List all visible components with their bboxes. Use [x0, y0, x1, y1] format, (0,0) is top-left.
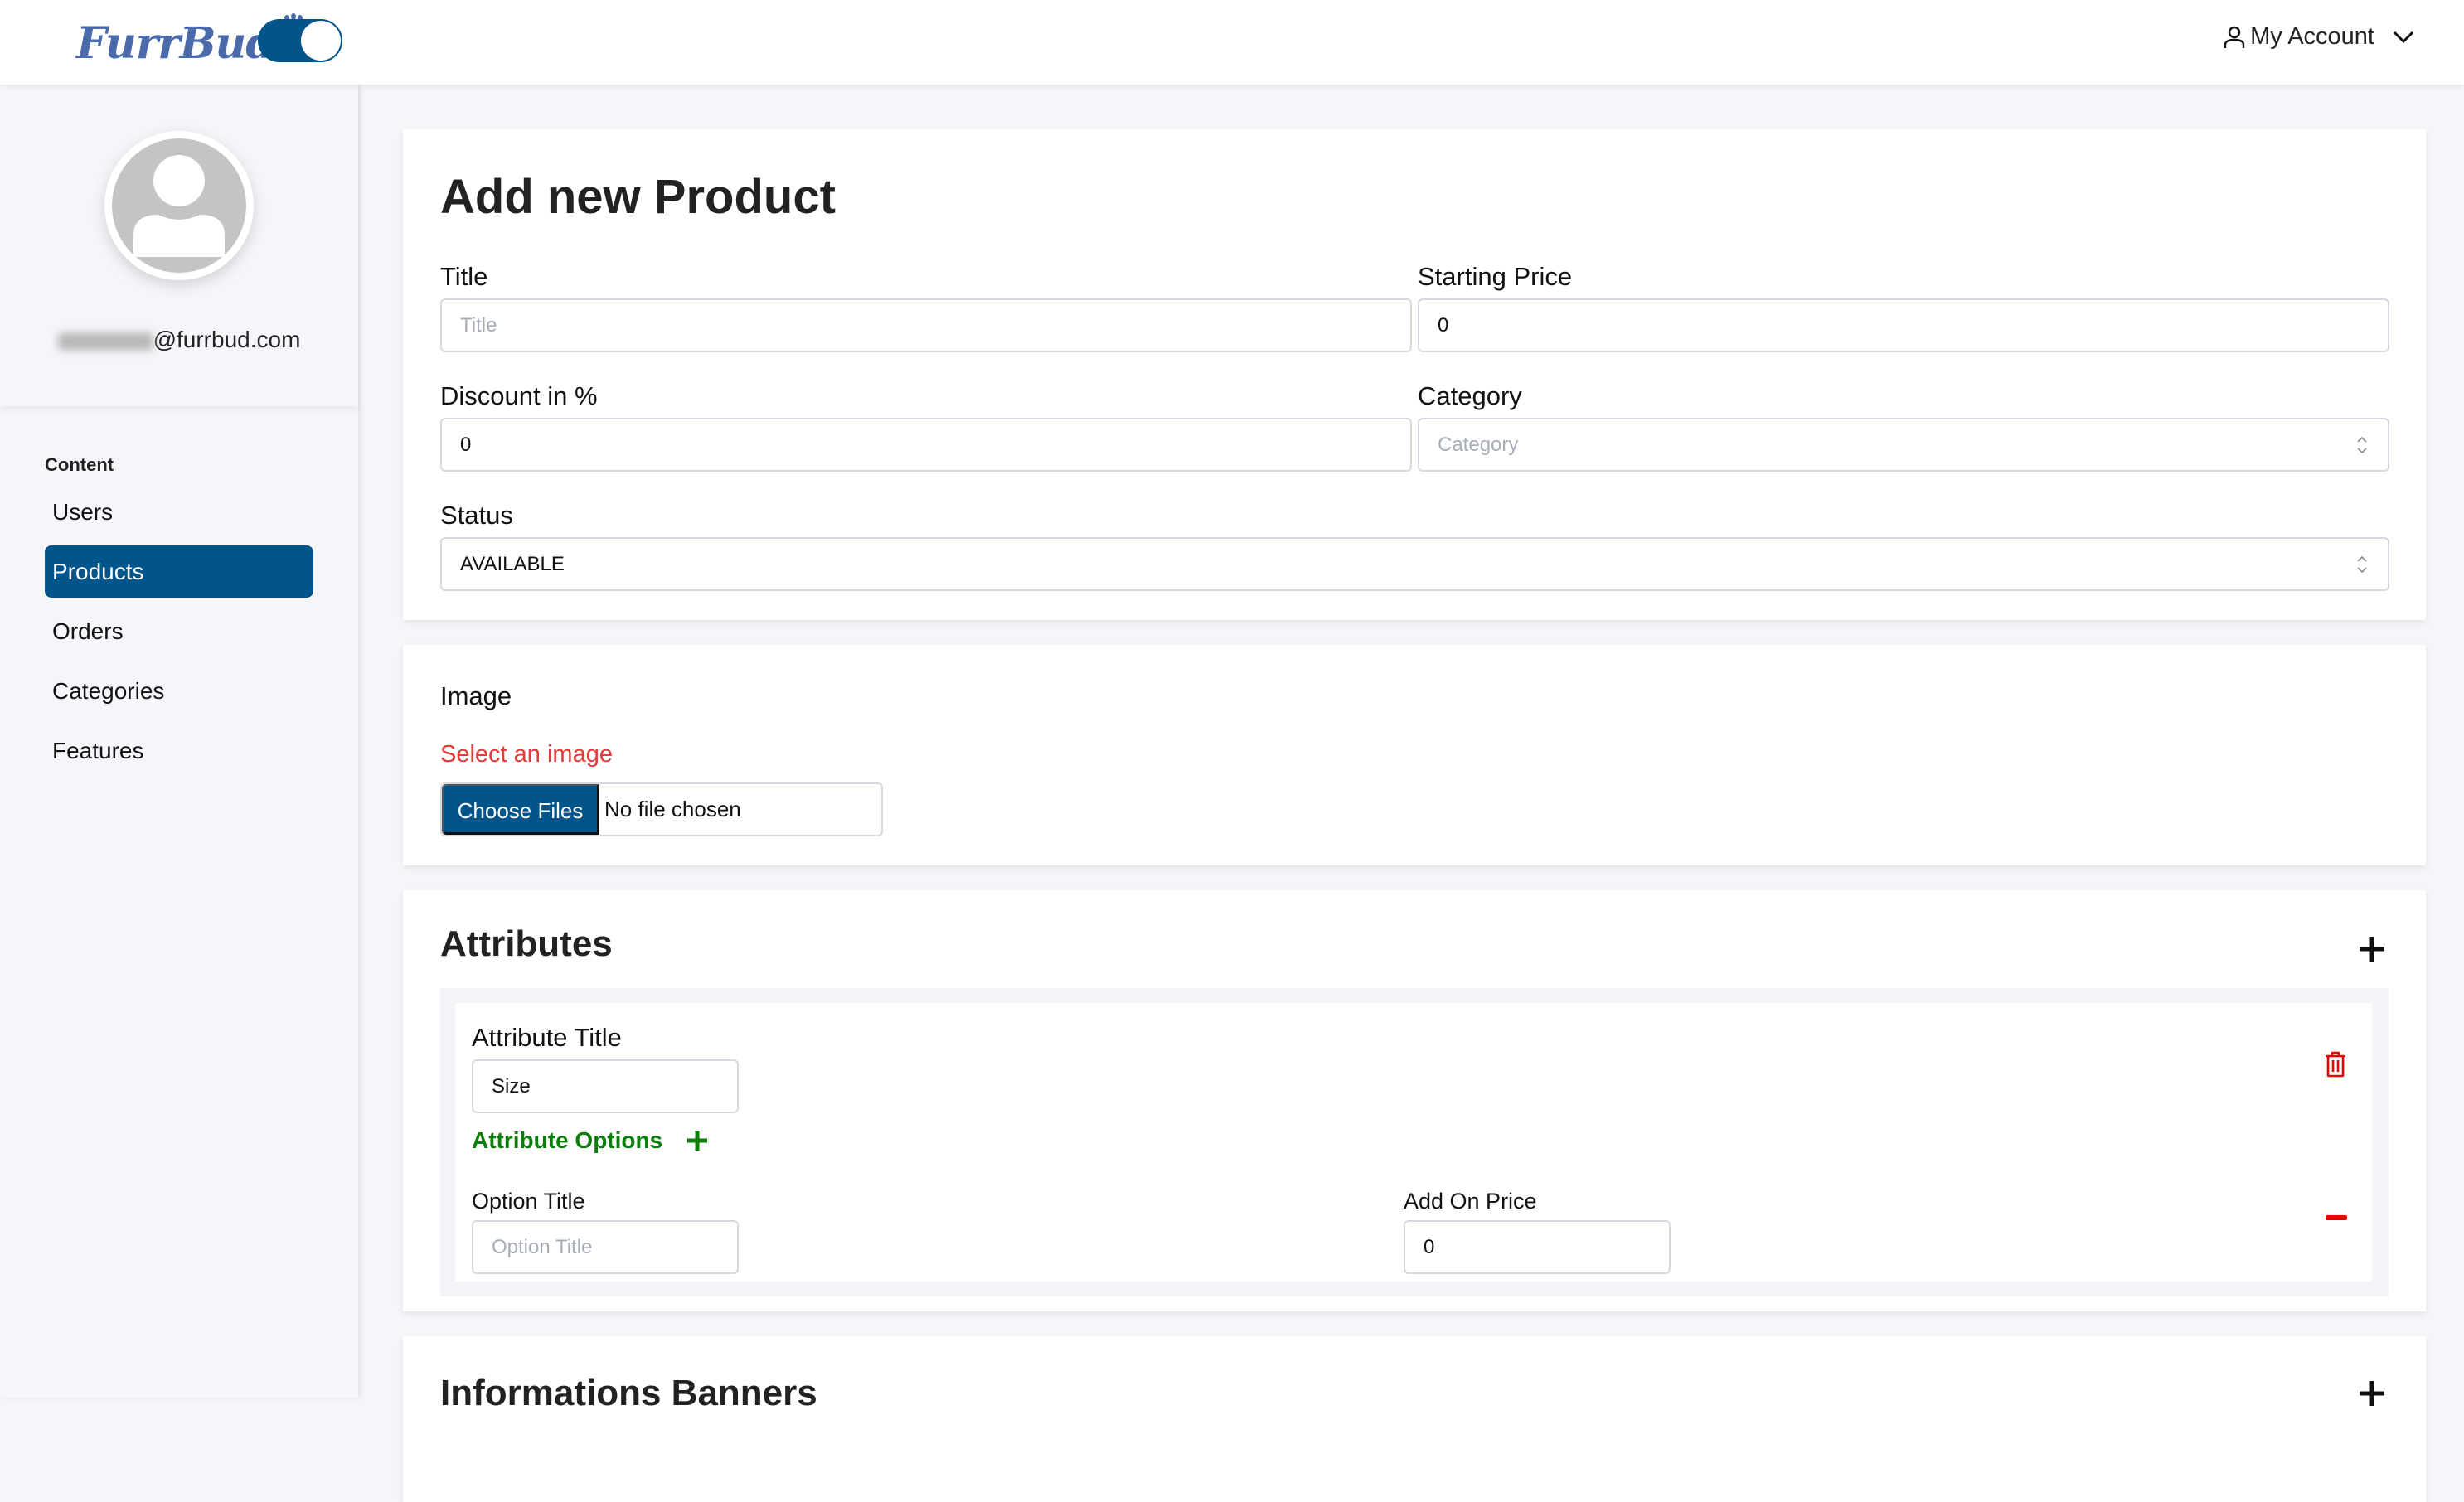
attribute-title-input[interactable]: [472, 1059, 739, 1113]
image-card: Image Select an image Choose Files No fi…: [403, 645, 2426, 865]
remove-option-icon[interactable]: [2326, 1215, 2347, 1220]
redacted-email-user: [57, 332, 153, 351]
select-arrows-icon: [2357, 555, 2367, 574]
top-header: FurrBud My Account: [0, 0, 2464, 85]
image-file-input[interactable]: Choose Files No file chosen: [440, 782, 883, 836]
user-icon: [2224, 26, 2245, 48]
brand-name: FurrBud: [76, 18, 276, 69]
starting-price-label: Starting Price: [1418, 262, 1573, 291]
category-label: Category: [1418, 381, 1522, 410]
status-label: Status: [440, 501, 513, 530]
image-error: Select an image: [440, 741, 613, 768]
sidebar-nav: Users Products Orders Categories Feature…: [45, 486, 313, 784]
add-on-price-label: Add On Price: [1404, 1189, 1537, 1214]
title-label: Title: [440, 262, 488, 291]
toggle-knob: [301, 21, 341, 61]
add-attribute-icon[interactable]: [2358, 935, 2386, 963]
title-input[interactable]: [440, 298, 1412, 352]
theme-toggle[interactable]: [258, 19, 342, 62]
nav-section-heading: Content: [45, 454, 114, 475]
sidebar-item-users[interactable]: Users: [45, 486, 313, 538]
file-status: No file chosen: [604, 797, 741, 821]
attributes-card: Attributes Attribute Title Attribute Opt…: [403, 890, 2426, 1311]
category-placeholder: Category: [1438, 434, 1519, 456]
user-email: @furrbud.com: [0, 327, 358, 353]
profile-panel: @furrbud.com: [0, 85, 358, 406]
status-value: AVAILABLE: [460, 553, 565, 575]
choose-files-button[interactable]: Choose Files: [442, 784, 599, 835]
sidebar-item-features[interactable]: Features: [45, 724, 313, 777]
attributes-title: Attributes: [440, 923, 613, 964]
select-arrows-icon: [2357, 436, 2367, 454]
category-select[interactable]: Category: [1418, 418, 2389, 472]
attribute-item: Attribute Title Attribute Options Option…: [440, 988, 2389, 1296]
image-label: Image: [440, 681, 512, 710]
information-banners-card: Informations Banners: [403, 1336, 2426, 1502]
discount-input[interactable]: [440, 418, 1412, 472]
page-title: Add new Product: [440, 170, 836, 224]
my-account-menu[interactable]: My Account: [2224, 23, 2419, 51]
attribute-options-header: Attribute Options: [472, 1127, 709, 1154]
option-title-label: Option Title: [472, 1189, 585, 1214]
attribute-options-label: Attribute Options: [472, 1127, 663, 1153]
status-select[interactable]: AVAILABLE: [440, 537, 2389, 591]
add-option-icon[interactable]: [686, 1129, 709, 1152]
default-avatar-icon: [133, 155, 225, 257]
attribute-title-label: Attribute Title: [472, 1023, 622, 1052]
product-info-card: Add new Product Title Starting Price Dis…: [403, 129, 2426, 620]
add-banner-icon[interactable]: [2358, 1379, 2386, 1408]
sidebar-item-categories[interactable]: Categories: [45, 665, 313, 717]
sidebar-item-products[interactable]: Products: [45, 545, 313, 598]
add-on-price-input[interactable]: [1404, 1220, 1671, 1274]
sidebar: @furrbud.com Content Users Products Orde…: [0, 85, 358, 1398]
information-banners-title: Informations Banners: [440, 1373, 817, 1413]
starting-price-input[interactable]: [1418, 298, 2389, 352]
option-title-input[interactable]: [472, 1220, 739, 1274]
discount-label: Discount in %: [440, 381, 598, 410]
chevron-down-icon: [2393, 31, 2414, 43]
avatar: [104, 131, 254, 280]
account-label: My Account: [2250, 23, 2374, 50]
trash-icon[interactable]: [2324, 1051, 2347, 1078]
sidebar-item-orders[interactable]: Orders: [45, 605, 313, 657]
